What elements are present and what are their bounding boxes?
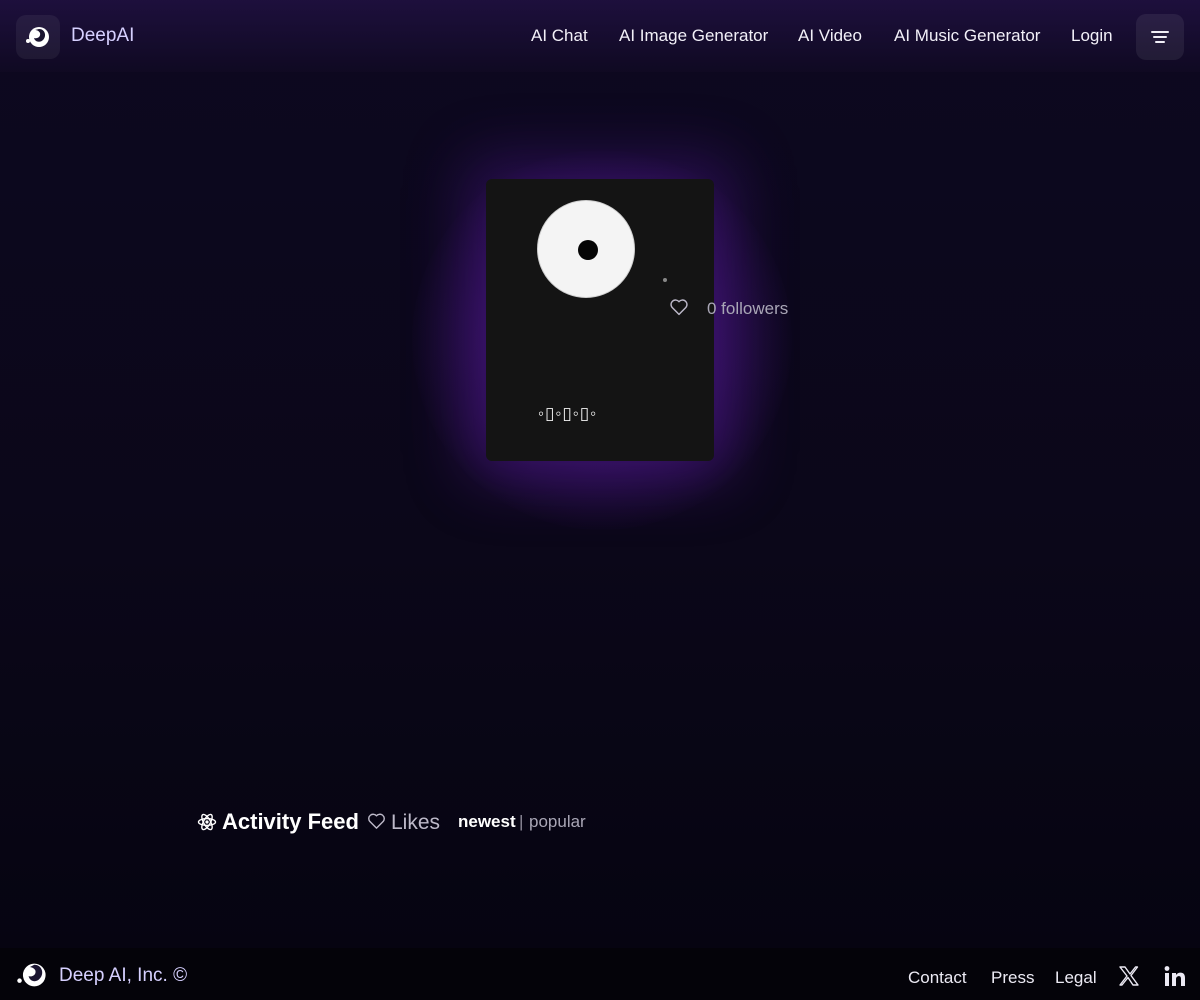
avatar-center-dot xyxy=(578,240,598,260)
footer-copyright: Deep AI, Inc. © xyxy=(59,965,188,986)
status-dot xyxy=(663,278,667,282)
sort-separator: | xyxy=(519,812,524,831)
likes-tab[interactable]: Likes xyxy=(391,811,440,835)
linkedin-icon[interactable] xyxy=(1164,965,1186,992)
follow-heart-icon[interactable] xyxy=(669,298,689,321)
nav-ai-image-generator[interactable]: AI Image Generator xyxy=(619,26,768,46)
deepai-logo-icon[interactable] xyxy=(16,15,60,59)
followers-count: 0 followers xyxy=(707,299,789,318)
sort-popular[interactable]: popular xyxy=(529,812,586,832)
deepai-footer-logo-icon[interactable] xyxy=(14,958,50,997)
footer-link-legal[interactable]: Legal xyxy=(1055,968,1097,988)
default-avatar-icon xyxy=(537,200,635,298)
likes-heart-icon[interactable] xyxy=(367,812,386,835)
hamburger-menu-icon xyxy=(1151,31,1169,43)
atom-icon xyxy=(197,812,217,837)
profile-username: ◦▯◦▯◦▯◦ xyxy=(538,404,598,423)
footer-link-press[interactable]: Press xyxy=(991,968,1034,988)
nav-ai-video[interactable]: AI Video xyxy=(798,26,862,46)
x-twitter-icon[interactable] xyxy=(1118,965,1140,992)
brand-name[interactable]: DeepAI xyxy=(71,25,134,47)
nav-ai-music-generator[interactable]: AI Music Generator xyxy=(894,26,1040,46)
top-navbar: DeepAI AI Chat AI Image Generator AI Vid… xyxy=(0,0,1200,72)
sort-newest[interactable]: newest xyxy=(458,812,516,832)
activity-feed-title[interactable]: Activity Feed xyxy=(222,809,359,835)
nav-login[interactable]: Login xyxy=(1071,26,1113,46)
menu-button[interactable] xyxy=(1136,14,1184,60)
nav-ai-chat[interactable]: AI Chat xyxy=(531,26,588,46)
footer-link-contact[interactable]: Contact xyxy=(908,968,967,988)
footer: Deep AI, Inc. © Contact Press Legal xyxy=(0,948,1200,1000)
